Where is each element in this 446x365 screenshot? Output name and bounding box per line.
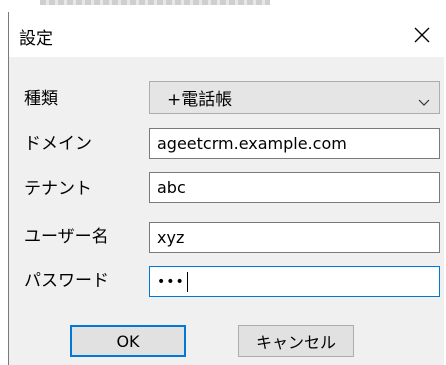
background-window-strip xyxy=(0,0,446,12)
domain-field[interactable]: ageetcrm.example.com xyxy=(149,128,440,159)
username-field[interactable]: xyz xyxy=(149,222,440,253)
background-text-fragment xyxy=(40,0,270,5)
title-bar: 設定 xyxy=(9,12,445,57)
settings-dialog: 設定 種類 +電話帳 ドメイン ageetcrm.example.com テナン… xyxy=(8,12,445,365)
text-caret xyxy=(186,271,188,292)
password-field-value: ••• xyxy=(157,273,185,290)
tenant-field[interactable]: abc xyxy=(149,172,440,203)
chevron-down-icon xyxy=(418,92,430,112)
type-select-value: +電話帳 xyxy=(167,90,233,110)
cancel-button-label: キャンセル xyxy=(255,333,336,352)
type-label: 種類 xyxy=(24,89,58,109)
username-label: ユーザー名 xyxy=(24,227,109,247)
password-field[interactable]: ••• xyxy=(149,266,440,297)
domain-field-value: ageetcrm.example.com xyxy=(157,134,347,153)
type-select[interactable]: +電話帳 xyxy=(149,81,440,114)
username-field-value: xyz xyxy=(157,228,185,247)
ok-button-label: OK xyxy=(116,331,140,351)
ok-button[interactable]: OK xyxy=(70,325,186,357)
domain-label: ドメイン xyxy=(24,134,92,154)
close-icon xyxy=(413,26,431,44)
cancel-button[interactable]: キャンセル xyxy=(238,325,354,357)
tenant-label: テナント xyxy=(24,179,92,199)
tenant-field-value: abc xyxy=(157,178,186,197)
close-button[interactable] xyxy=(407,20,437,50)
password-label: パスワード xyxy=(24,271,109,291)
dialog-title: 設定 xyxy=(19,29,53,49)
